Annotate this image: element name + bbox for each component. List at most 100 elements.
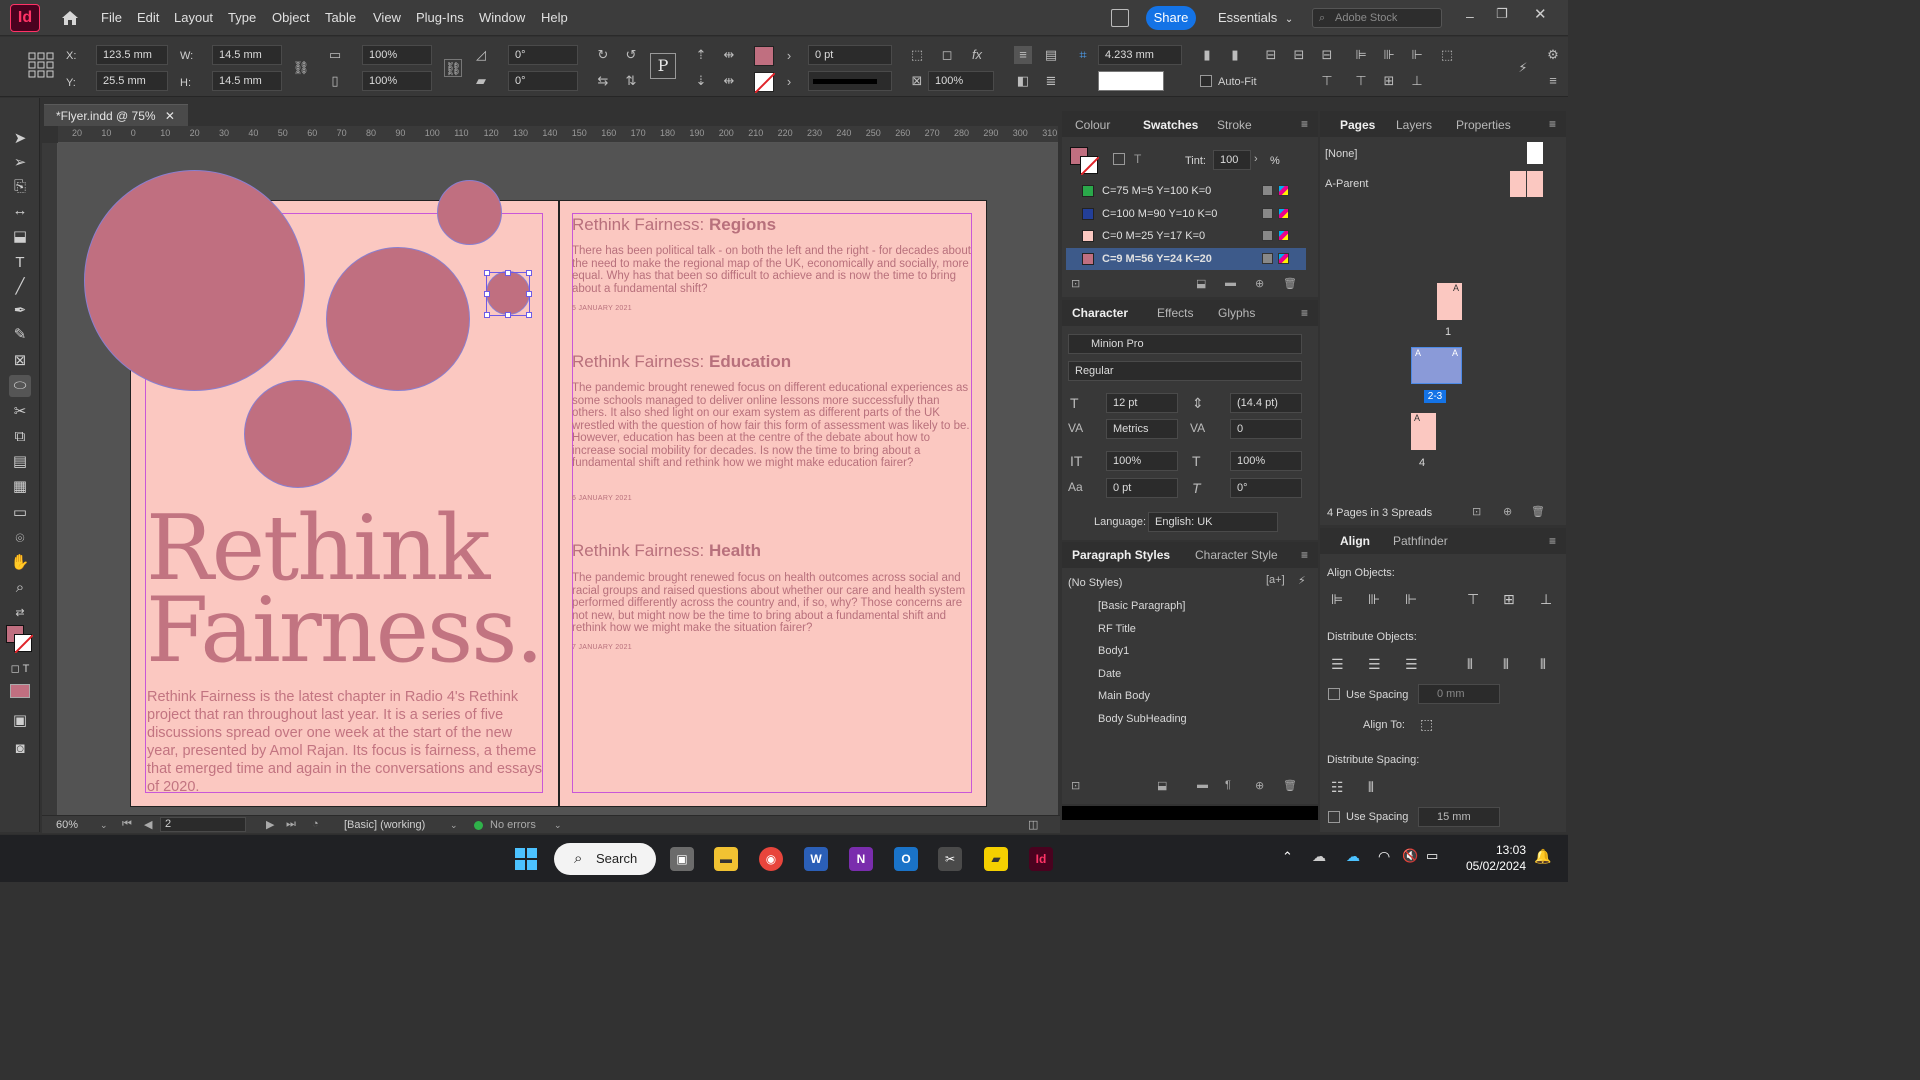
circle-lower[interactable]: [244, 380, 352, 488]
style-override-icon[interactable]: ⊡: [1071, 779, 1080, 792]
language-select[interactable]: English: UK: [1148, 512, 1278, 532]
onedrive-icon[interactable]: ☁: [1312, 848, 1326, 865]
scale-x-field[interactable]: 100%: [362, 45, 432, 65]
preflight-icon[interactable]: ◔: [312, 818, 319, 830]
h-field[interactable]: 14.5 mm: [212, 71, 282, 91]
gradient-feather-tool-icon[interactable]: ▦: [9, 476, 31, 498]
next-page-icon[interactable]: ▶: [266, 818, 274, 831]
style-item[interactable]: RF Title: [1098, 623, 1136, 635]
align-top-icon[interactable]: ⊤: [1352, 72, 1370, 90]
preflight-profile[interactable]: [Basic] (working): [344, 819, 425, 831]
new-swatch-icon[interactable]: ⊕: [1255, 277, 1264, 290]
text-wrap-around-icon[interactable]: ▤: [1042, 46, 1060, 64]
control-menu-icon[interactable]: ≡: [1544, 72, 1562, 90]
align-menu-icon[interactable]: ≡: [1549, 534, 1556, 548]
paragraph-menu-icon[interactable]: ≡: [1301, 548, 1308, 562]
shear-field[interactable]: 0°: [508, 71, 578, 91]
effects-fx-icon[interactable]: fx: [968, 46, 986, 64]
task-view-icon[interactable]: ▣: [670, 847, 694, 871]
page-thumb-1[interactable]: A: [1437, 283, 1462, 320]
page-number-field[interactable]: 2: [160, 817, 246, 832]
style-item[interactable]: [Basic Paragraph]: [1098, 600, 1185, 612]
tint-field[interactable]: 100: [1213, 150, 1251, 170]
close-window-icon[interactable]: ✕: [1534, 5, 1547, 23]
pages-menu-icon[interactable]: ≡: [1549, 117, 1556, 131]
tab-layers[interactable]: Layers: [1396, 118, 1432, 132]
y-field[interactable]: 25.5 mm: [96, 71, 168, 91]
quick-apply-style-icon[interactable]: ⚡: [1298, 574, 1306, 587]
apply-color-icon[interactable]: [10, 684, 30, 698]
home-icon[interactable]: [60, 8, 80, 28]
errors-status[interactable]: No errors: [490, 819, 536, 831]
select-previous-icon[interactable]: ⇹: [720, 46, 738, 64]
pasteboard[interactable]: Rethink Fairness. Rethink Fairness is th…: [58, 143, 1058, 815]
cc-library-icon[interactable]: ⬓: [1196, 277, 1206, 290]
distribute-top-edges-icon[interactable]: ☰: [1331, 656, 1344, 673]
flyer-title[interactable]: Rethink Fairness.: [146, 504, 544, 676]
horizontal-ruler[interactable]: 20 10 0 10 20 30 40 50 60 70 80 90 100 110 120 130 140 15…: [58, 126, 1058, 143]
skew-field[interactable]: 0°: [1230, 478, 1302, 498]
tab-character[interactable]: Character: [1072, 306, 1128, 320]
delete-swatch-icon[interactable]: 🗑: [1283, 277, 1297, 290]
align-right-edges-icon[interactable]: ⊩: [1405, 591, 1417, 608]
clock[interactable]: 13:03 05/02/2024: [1460, 843, 1526, 873]
flyer-intro-text[interactable]: Rethink Fairness is the latest chapter i…: [147, 688, 543, 796]
snipping-tool-icon[interactable]: ✂: [938, 847, 962, 871]
kerning-field[interactable]: Metrics: [1106, 419, 1178, 439]
align-left-edges-icon[interactable]: ▮: [1198, 46, 1216, 64]
distribute-right-icon[interactable]: ⊟: [1290, 46, 1308, 64]
screen-mode-icon[interactable]: ▣: [9, 710, 31, 732]
swatch-row[interactable]: C=100 M=90 Y=10 K=0: [1066, 203, 1306, 225]
gap-tool-icon[interactable]: ↔: [9, 200, 31, 222]
article-heading-health[interactable]: Rethink Fairness: Health: [572, 541, 761, 561]
x-field[interactable]: 123.5 mm: [96, 45, 168, 65]
fill-chevron-icon[interactable]: ›: [780, 47, 798, 65]
menu-help[interactable]: Help: [541, 10, 568, 25]
a-parent-label[interactable]: A-Parent: [1325, 178, 1368, 190]
indesign-taskbar-icon[interactable]: Id: [1029, 847, 1053, 871]
character-menu-icon[interactable]: ≡: [1301, 306, 1308, 320]
menu-window[interactable]: Window: [479, 10, 525, 25]
text-wrap-jump-icon[interactable]: ≣: [1042, 72, 1060, 90]
align-horizontal-centers-icon[interactable]: ⊪: [1368, 591, 1380, 608]
tab-properties[interactable]: Properties: [1456, 118, 1511, 132]
previous-page-icon[interactable]: ◀: [144, 818, 152, 831]
delete-page-icon[interactable]: 🗑: [1531, 505, 1545, 518]
distribute-left-edges-icon[interactable]: ⫴: [1467, 656, 1473, 673]
zoom-chevron-icon[interactable]: ⌄: [100, 820, 108, 831]
restore-icon[interactable]: ❐: [1496, 6, 1508, 22]
workspace-switcher[interactable]: Essentials ⌄: [1218, 10, 1293, 25]
onedrive-business-icon[interactable]: ☁: [1346, 848, 1360, 865]
gradient-swatch-tool-icon[interactable]: ▤: [9, 451, 31, 473]
file-explorer-icon[interactable]: ▬: [714, 847, 738, 871]
menu-plugins[interactable]: Plug-Ins: [416, 10, 464, 25]
align-top-edges-icon[interactable]: ⊤: [1467, 591, 1479, 608]
style-item[interactable]: Body SubHeading: [1098, 713, 1187, 725]
baseline-shift-field[interactable]: 0 pt: [1106, 478, 1178, 498]
align-centers-icon[interactable]: ▮: [1226, 46, 1244, 64]
align-vertical-centers-icon[interactable]: ⊞: [1503, 591, 1515, 608]
hand-tool-icon[interactable]: ✋: [9, 552, 31, 574]
ellipse-tool-icon[interactable]: ⬭: [9, 375, 31, 397]
style-item[interactable]: Date: [1098, 668, 1121, 680]
tab-character-style[interactable]: Character Style: [1195, 548, 1278, 562]
onenote-icon[interactable]: N: [849, 847, 873, 871]
autofit-checkbox[interactable]: [1200, 75, 1212, 87]
rotate-cw-icon[interactable]: ↻: [594, 46, 612, 64]
indesign-app-icon[interactable]: Id: [10, 4, 40, 32]
align-to-selection-icon[interactable]: ⬚: [1438, 46, 1456, 64]
publish-online-icon[interactable]: [1111, 9, 1129, 27]
windows-start-icon[interactable]: [514, 847, 538, 871]
swatches-menu-icon[interactable]: ≡: [1301, 117, 1308, 131]
stroke-swatch-none[interactable]: [754, 72, 776, 94]
corner-options-icon[interactable]: ⌗: [1074, 46, 1092, 64]
corner-style-select[interactable]: [1098, 71, 1164, 91]
swatch-row[interactable]: C=75 M=5 Y=100 K=0: [1066, 180, 1306, 202]
scissors-tool-icon[interactable]: ✂: [9, 401, 31, 423]
a-parent-thumb-left[interactable]: [1510, 171, 1526, 197]
use-spacing-checkbox[interactable]: [1328, 688, 1340, 700]
new-style-from-selection-icon[interactable]: [a+]: [1266, 574, 1285, 586]
style-item[interactable]: Main Body: [1098, 690, 1150, 702]
flip-vertical-icon[interactable]: ⇅: [622, 72, 640, 90]
adobe-stock-search[interactable]: ⌕ Adobe Stock: [1312, 8, 1442, 28]
